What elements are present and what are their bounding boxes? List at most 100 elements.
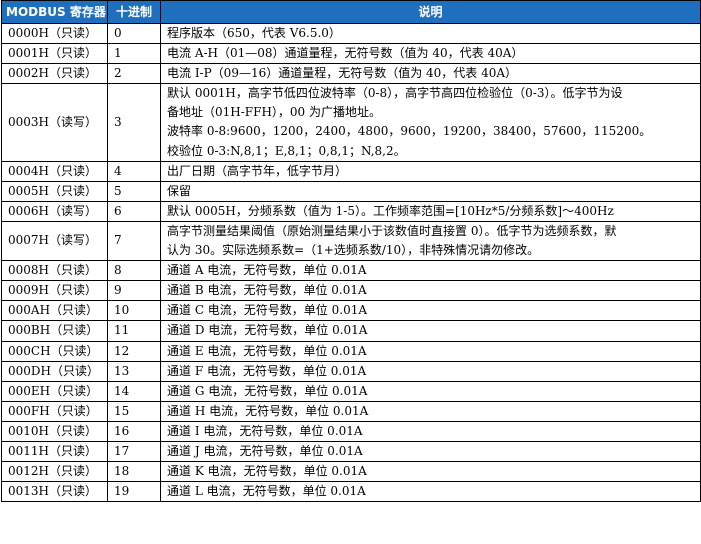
table-row: 0002H（只读） 2 电流 I-P（09—16）通道量程，无符号数（值为 40，代… xyxy=(1,63,701,85)
register-address: 0003H（读写） xyxy=(1,83,108,162)
register-decimal: 9 xyxy=(107,280,161,302)
register-address: 0006H（读写） xyxy=(1,200,108,222)
table-row: 0000H（只读） 0 程序版本（650，代表 V6.5.0） xyxy=(1,22,701,45)
register-description: 通道 J 电流，无符号数，单位 0.01A xyxy=(160,440,701,463)
description-line: 出厂日期（高字节年，低字节月） xyxy=(167,163,348,178)
table-row: 0001H（只读） 1 电流 A-H（01—08）通道量程，无符号数（值为 40，代… xyxy=(1,43,701,65)
description-line: 通道 E 电流，无符号数，单位 0.01A xyxy=(167,343,367,358)
description-line: 高字节测量结果阈值（原始测量结果小于该数值时直接置 0）。低字节为选频系数，默 xyxy=(167,223,617,238)
register-decimal: 0 xyxy=(107,22,161,45)
register-address: 0013H（只读） xyxy=(1,481,108,503)
description-line: 通道 G 电流，无符号数，单位 0.01A xyxy=(167,383,368,398)
register-description: 通道 E 电流，无符号数，单位 0.01A xyxy=(160,340,701,362)
register-address: 0011H（只读） xyxy=(1,440,108,463)
register-address: 0002H（只读） xyxy=(1,63,108,85)
table-row: 0008H（只读） 8 通道 A 电流，无符号数，单位 0.01A xyxy=(1,260,701,282)
register-decimal: 10 xyxy=(107,300,161,322)
header-register: MODBUS 寄存器 xyxy=(1,0,108,24)
description-line: 备地址（01H-FFH），00 为广播地址。 xyxy=(167,105,381,120)
table-row: 000BH（只读） 11 通道 D 电流，无符号数，单位 0.01A xyxy=(1,320,701,342)
table-row: 000EH（只读） 14 通道 G 电流，无符号数，单位 0.01A xyxy=(1,380,701,402)
register-address: 0010H（只读） xyxy=(1,420,108,442)
register-description: 通道 G 电流，无符号数，单位 0.01A xyxy=(160,380,701,402)
description-line: 通道 I 电流，无符号数，单位 0.01A xyxy=(167,423,363,438)
table-row: 0011H（只读） 17 通道 J 电流，无符号数，单位 0.01A xyxy=(1,440,701,463)
register-decimal: 16 xyxy=(107,420,161,442)
register-address: 0000H（只读） xyxy=(1,22,108,45)
header-description: 说明 xyxy=(160,0,701,24)
register-description: 通道 F 电流，无符号数，单位 0.01A xyxy=(160,360,701,382)
register-description: 通道 A 电流，无符号数，单位 0.01A xyxy=(160,260,701,282)
register-decimal: 1 xyxy=(107,43,161,65)
description-line: 通道 H 电流，无符号数，单位 0.01A xyxy=(167,403,369,418)
register-address: 000BH（只读） xyxy=(1,320,108,342)
register-decimal: 15 xyxy=(107,400,161,422)
header-row: MODBUS 寄存器 十进制 说明 xyxy=(1,0,701,24)
table-row: 000AH（只读） 10 通道 C 电流，无符号数，单位 0.01A xyxy=(1,300,701,322)
description-line: 通道 A 电流，无符号数，单位 0.01A xyxy=(167,263,367,278)
register-address: 0004H（只读） xyxy=(1,160,108,182)
header-decimal: 十进制 xyxy=(107,0,161,24)
description-line: 程序版本（650，代表 V6.5.0） xyxy=(167,26,341,40)
register-decimal: 18 xyxy=(107,461,161,483)
description-line: 通道 J 电流，无符号数，单位 0.01A xyxy=(167,443,363,458)
register-description: 通道 D 电流，无符号数，单位 0.01A xyxy=(160,320,701,342)
table-row: 0012H（只读） 18 通道 K 电流，无符号数，单位 0.01A xyxy=(1,461,701,483)
table-row: 000FH（只读） 15 通道 H 电流，无符号数，单位 0.01A xyxy=(1,400,701,422)
register-decimal: 3 xyxy=(107,83,161,162)
register-address: 0008H（只读） xyxy=(1,260,108,282)
description-line: 通道 K 电流，无符号数，单位 0.01A xyxy=(167,464,367,479)
register-description: 通道 B 电流，无符号数，单位 0.01A xyxy=(160,280,701,302)
register-address: 000FH（只读） xyxy=(1,400,108,422)
register-decimal: 6 xyxy=(107,200,161,222)
register-decimal: 19 xyxy=(107,481,161,503)
description-line: 通道 L 电流，无符号数，单位 0.01A xyxy=(167,484,366,499)
register-description: 高字节测量结果阈值（原始测量结果小于该数值时直接置 0）。低字节为选频系数，默认… xyxy=(160,220,701,262)
register-decimal: 17 xyxy=(107,440,161,463)
table-row: 000CH（只读） 12 通道 E 电流，无符号数，单位 0.01A xyxy=(1,340,701,362)
register-address: 000CH（只读） xyxy=(1,340,108,362)
register-decimal: 13 xyxy=(107,360,161,382)
register-decimal: 7 xyxy=(107,220,161,262)
table-row: 0009H（只读） 9 通道 B 电流，无符号数，单位 0.01A xyxy=(1,280,701,302)
description-line: 通道 B 电流，无符号数，单位 0.01A xyxy=(167,283,367,298)
register-decimal: 12 xyxy=(107,340,161,362)
register-description: 通道 C 电流，无符号数，单位 0.01A xyxy=(160,300,701,322)
table-header: MODBUS 寄存器 十进制 说明 xyxy=(1,0,701,24)
register-description: 程序版本（650，代表 V6.5.0） xyxy=(160,22,701,45)
description-line: 默认 0001H，高字节低四位波特率（0-8），高字节高四位检验位（0-3）。低… xyxy=(167,86,623,101)
register-decimal: 4 xyxy=(107,160,161,182)
description-line: 通道 F 电流，无符号数，单位 0.01A xyxy=(167,363,367,378)
register-address: 0012H（只读） xyxy=(1,461,108,483)
modbus-register-table: MODBUS 寄存器 十进制 说明 0000H（只读） 0 程序版本（650，代表 … xyxy=(1,0,701,503)
description-line: 电流 I-P（09—16）通道量程，无符号数（值为 40，代表 40A） xyxy=(167,66,518,81)
register-description: 通道 K 电流，无符号数，单位 0.01A xyxy=(160,461,701,483)
register-decimal: 8 xyxy=(107,260,161,282)
register-address: 000EH（只读） xyxy=(1,380,108,402)
description-line: 默认 0005H，分频系数（值为 1-5）。工作频率范围=[10Hz*5/分频系… xyxy=(167,203,614,218)
description-line: 校验位 0-3:N,8,1；E,8,1；0,8,1；N,8,2。 xyxy=(167,143,406,158)
register-description: 保留 xyxy=(160,180,701,202)
register-address: 0005H（只读） xyxy=(1,180,108,202)
register-decimal: 14 xyxy=(107,380,161,402)
register-description: 通道 H 电流，无符号数，单位 0.01A xyxy=(160,400,701,422)
table-body: 0000H（只读） 0 程序版本（650，代表 V6.5.0） 0001H（只读） 1 电… xyxy=(1,22,701,503)
register-description: 出厂日期（高字节年，低字节月） xyxy=(160,160,701,182)
description-line: 通道 C 电流，无符号数，单位 0.01A xyxy=(167,303,368,318)
register-description: 电流 A-H（01—08）通道量程，无符号数（值为 40，代表 40A） xyxy=(160,43,701,65)
description-line: 波特率 0-8:9600，1200，2400，4800，9600，19200，3… xyxy=(167,124,652,139)
table-row: 0004H（只读） 4 出厂日期（高字节年，低字节月） xyxy=(1,160,701,182)
register-decimal: 11 xyxy=(107,320,161,342)
register-address: 000DH（只读） xyxy=(1,360,108,382)
description-line: 认为 30。实际选频系数=（1+选频系数/10），非特殊情况请勿修改。 xyxy=(167,243,540,258)
register-decimal: 5 xyxy=(107,180,161,202)
register-address: 0001H（只读） xyxy=(1,43,108,65)
register-description: 默认 0005H，分频系数（值为 1-5）。工作频率范围=[10Hz*5/分频系… xyxy=(160,200,701,222)
description-line: 通道 D 电流，无符号数，单位 0.01A xyxy=(167,323,368,338)
register-decimal: 2 xyxy=(107,63,161,85)
table-row: 0013H（只读） 19 通道 L 电流，无符号数，单位 0.01A xyxy=(1,481,701,503)
table-row: 0003H（读写） 3 默认 0001H，高字节低四位波特率（0-8），高字节高四位… xyxy=(1,83,701,162)
table-row: 0010H（只读） 16 通道 I 电流，无符号数，单位 0.01A xyxy=(1,420,701,442)
register-description: 通道 L 电流，无符号数，单位 0.01A xyxy=(160,481,701,503)
register-address: 000AH（只读） xyxy=(1,300,108,322)
